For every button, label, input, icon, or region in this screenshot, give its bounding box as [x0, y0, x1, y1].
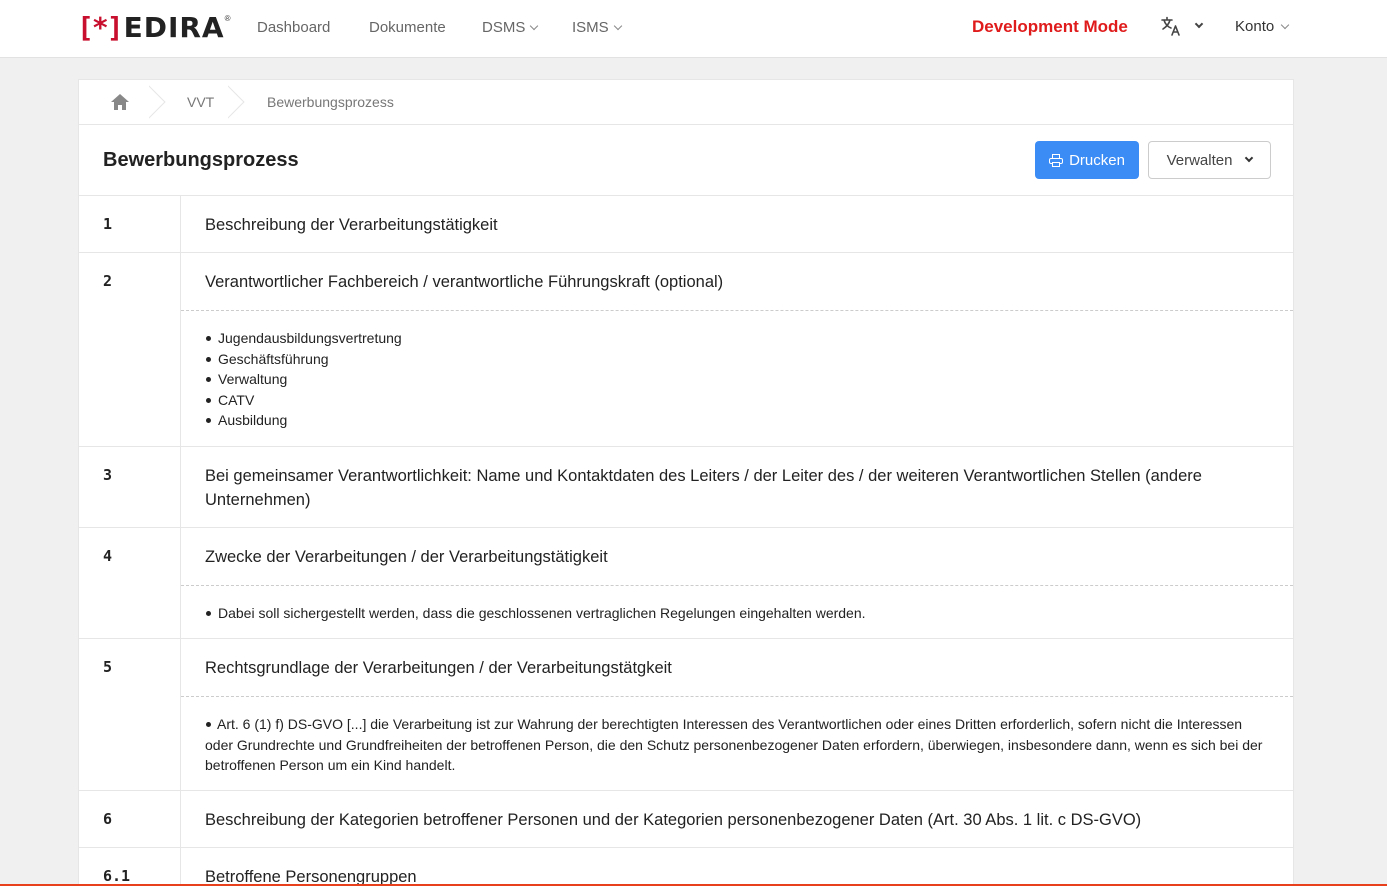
- row-number: 1: [79, 196, 181, 252]
- edira-logo[interactable]: [*] EDIRA ®: [77, 10, 231, 44]
- top-navbar: [*] EDIRA ® Dashboard Dokumente DSMS ISM…: [0, 0, 1387, 58]
- table-row: 5 Rechtsgrundlage der Verarbeitungen / d…: [79, 639, 1293, 791]
- account-label: Konto: [1235, 18, 1275, 35]
- chevron-down-icon: [1245, 153, 1254, 163]
- table-row: 1 Beschreibung der Verarbeitungstätigkei…: [79, 196, 1293, 253]
- list-item: Dabei soll sichergestellt werden, dass d…: [205, 603, 1269, 624]
- chevron-down-icon: [1194, 19, 1204, 29]
- nav-dashboard-label: Dashboard: [257, 19, 331, 36]
- logo-mark: [*]: [77, 10, 124, 44]
- nav-dsms-label: DSMS: [482, 19, 526, 36]
- table-row: 3 Bei gemeinsamer Verantwortlichkeit: Na…: [79, 447, 1293, 528]
- row-number: 6.1: [79, 848, 181, 886]
- card-header: Bewerbungsprozess Drucken Verwalten: [79, 125, 1293, 196]
- record-table: 1 Beschreibung der Verarbeitungstätigkei…: [79, 196, 1293, 886]
- list-item: Verwaltung: [205, 369, 1269, 390]
- manage-dropdown-button[interactable]: Verwalten: [1148, 141, 1271, 179]
- list-item: Jugendausbildungsvertretung: [205, 328, 1269, 349]
- language-switcher[interactable]: [1160, 15, 1204, 37]
- nav-dokumente[interactable]: Dokumente: [369, 19, 446, 36]
- breadcrumb-home[interactable]: [111, 80, 129, 124]
- list-item: Geschäftsführung: [205, 349, 1269, 370]
- print-button-label: Drucken: [1069, 151, 1125, 169]
- list-item: Ausbildung: [205, 410, 1269, 431]
- translate-icon: [1161, 16, 1180, 36]
- logo-registered-mark: ®: [224, 14, 231, 23]
- row-title: Betroffene Personengruppen: [205, 868, 417, 886]
- account-dropdown[interactable]: Konto: [1235, 18, 1290, 35]
- nav-dokumente-label: Dokumente: [369, 19, 446, 36]
- breadcrumb: VVT Bewerbungsprozess: [79, 80, 1293, 125]
- record-card: VVT Bewerbungsprozess Bewerbungsprozess …: [78, 79, 1294, 886]
- chevron-down-icon: [1280, 20, 1290, 29]
- printer-icon: [1049, 153, 1064, 167]
- row-detail-list: Jugendausbildungsvertretung Geschäftsfüh…: [181, 310, 1293, 445]
- home-icon: [111, 94, 129, 110]
- table-row: 6.1 Betroffene Personengruppen: [79, 848, 1293, 886]
- development-mode-indicator: Development Mode: [972, 17, 1128, 36]
- nav-isms-dropdown[interactable]: ISMS: [572, 19, 622, 36]
- row-title: Beschreibung der Verarbeitungstätigkeit: [205, 216, 498, 234]
- bullet-icon: [206, 721, 211, 727]
- row-detail-paragraph: Art. 6 (1) f) DS-GVO [...] die Verarbeit…: [181, 696, 1293, 790]
- row-title: Rechtsgrundlage der Verarbeitungen / der…: [205, 659, 672, 677]
- table-row: 6 Beschreibung der Kategorien betroffene…: [79, 791, 1293, 848]
- chevron-down-icon: [613, 21, 622, 30]
- row-title: Beschreibung der Kategorien betroffener …: [205, 811, 1142, 829]
- list-item: CATV: [205, 390, 1269, 411]
- breadcrumb-item-label: Bewerbungsprozess: [267, 94, 394, 110]
- legal-basis-text: Art. 6 (1) f) DS-GVO [...] die Verarbeit…: [205, 716, 1263, 773]
- nav-isms-label: ISMS: [572, 19, 609, 36]
- row-number: 6: [79, 791, 181, 847]
- logo-text: EDIRA: [123, 10, 225, 44]
- chevron-down-icon: [530, 21, 539, 30]
- breadcrumb-item-current: Bewerbungsprozess: [267, 80, 394, 124]
- row-title: Zwecke der Verarbeitungen / der Verarbei…: [205, 548, 608, 566]
- table-row: 4 Zwecke der Verarbeitungen / der Verarb…: [79, 528, 1293, 639]
- print-button[interactable]: Drucken: [1035, 141, 1139, 179]
- row-title: Bei gemeinsamer Verantwortlichkeit: Name…: [205, 467, 1202, 509]
- table-row: 2 Verantwortlicher Fachbereich / verantw…: [79, 253, 1293, 447]
- nav-dashboard[interactable]: Dashboard: [257, 19, 330, 36]
- row-number: 2: [79, 253, 181, 446]
- nav-dsms-dropdown[interactable]: DSMS: [482, 19, 539, 36]
- row-number: 3: [79, 447, 181, 527]
- row-title: Verantwortlicher Fachbereich / verantwor…: [205, 273, 724, 291]
- manage-button-label: Verwalten: [1166, 151, 1233, 169]
- row-detail-list: Dabei soll sichergestellt werden, dass d…: [181, 585, 1293, 638]
- page-title: Bewerbungsprozess: [103, 149, 299, 171]
- row-number: 5: [79, 639, 181, 790]
- breadcrumb-item-vvt[interactable]: VVT: [187, 80, 214, 124]
- row-number: 4: [79, 528, 181, 638]
- breadcrumb-separator: [149, 80, 171, 124]
- breadcrumb-separator: [228, 80, 250, 124]
- breadcrumb-item-label: VVT: [187, 94, 215, 110]
